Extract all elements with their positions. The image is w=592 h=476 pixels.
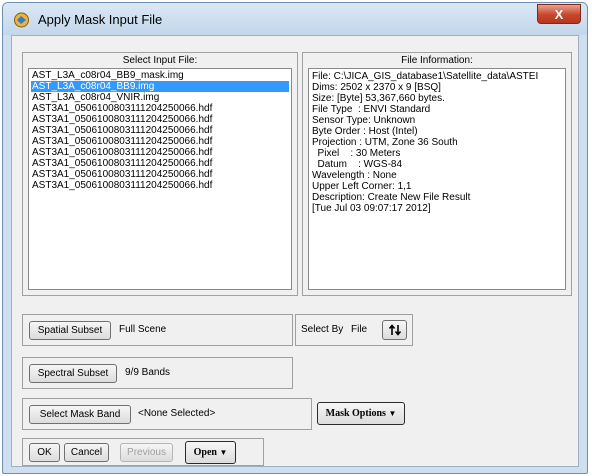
file-list-item[interactable]: AST3A1_0506100803111204250066.hdf	[31, 147, 289, 158]
ok-button[interactable]: OK	[29, 443, 60, 462]
file-list-item[interactable]: AST_L3A_c08r04_BB9_mask.img	[31, 70, 289, 81]
file-list-item[interactable]: AST3A1_0506100803111204250066.hdf	[31, 180, 289, 191]
file-info-line: Dims: 2502 x 2370 x 9 [BSQ]	[312, 82, 441, 93]
input-file-panel: Select Input File: AST_L3A_c08r04_BB9_ma…	[22, 52, 298, 296]
file-info-line: File: C:\JICA_GIS_database1\Satellite_da…	[312, 71, 539, 82]
file-list-item[interactable]: AST3A1_0506100803111204250066.hdf	[31, 125, 289, 136]
mask-band-value: <None Selected>	[138, 408, 216, 419]
file-list-item[interactable]: AST3A1_0506100803111204250066.hdf	[31, 158, 289, 169]
file-info-line: [Tue Jul 03 09:07:17 2012]	[312, 203, 431, 214]
file-info-line: Byte Order : Host (Intel)	[312, 126, 418, 137]
file-info-line: Sensor Type: Unknown	[312, 115, 416, 126]
file-info-line: File Type : ENVI Standard	[312, 104, 431, 115]
mask-band-group: Select Mask Band <None Selected>	[22, 398, 312, 430]
file-list-item[interactable]: AST3A1_0506100803111204250066.hdf	[31, 136, 289, 147]
select-by-group: Select By File	[295, 314, 413, 346]
dialog-window: Apply Mask Input File X Select Input Fil…	[2, 2, 588, 474]
sort-toggle-button[interactable]	[382, 320, 407, 340]
open-label: Open	[193, 447, 217, 458]
file-info-panel: File Information: File: C:\JICA_GIS_data…	[302, 52, 572, 296]
select-mask-band-button[interactable]: Select Mask Band	[29, 405, 131, 424]
input-file-panel-title: Select Input File:	[122, 55, 198, 66]
file-info-text: File: C:\JICA_GIS_database1\Satellite_da…	[308, 68, 566, 290]
file-info-panel-title: File Information:	[401, 55, 473, 66]
envi-app-icon	[14, 12, 29, 28]
file-list-item[interactable]: AST3A1_0506100803111204250066.hdf	[31, 169, 289, 180]
mask-options-label: Mask Options	[325, 408, 386, 419]
title-bar[interactable]: Apply Mask Input File X	[3, 3, 587, 35]
spectral-subset-group: Spectral Subset 9/9 Bands	[22, 357, 293, 389]
chevron-down-icon: ▼	[388, 409, 397, 418]
select-by-value: File	[351, 324, 368, 335]
chevron-down-icon: ▼	[219, 448, 228, 457]
spatial-subset-value: Full Scene	[119, 324, 167, 335]
dialog-body: Select Input File: AST_L3A_c08r04_BB9_ma…	[11, 35, 579, 467]
input-file-list[interactable]: AST_L3A_c08r04_BB9_mask.img AST_L3A_c08r0…	[28, 68, 292, 290]
window-title: Apply Mask Input File	[38, 12, 163, 27]
file-info-line: Upper Left Corner: 1,1	[312, 181, 412, 192]
select-by-label: Select By	[301, 324, 344, 335]
file-info-line: Pixel : 30 Meters	[312, 148, 401, 159]
spectral-subset-button[interactable]: Spectral Subset	[29, 364, 117, 383]
file-list-item[interactable]: AST3A1_0506100803111204250066.hdf	[31, 103, 289, 114]
spatial-subset-group: Spatial Subset Full Scene	[22, 314, 293, 346]
open-button[interactable]: Open ▼	[185, 441, 236, 464]
spectral-subset-value: 9/9 Bands	[125, 367, 171, 378]
action-button-group: OK Cancel Previous Open ▼	[22, 438, 264, 466]
previous-button[interactable]: Previous	[120, 443, 173, 462]
spatial-subset-button[interactable]: Spatial Subset	[29, 321, 111, 340]
file-info-line: Wavelength : None	[312, 170, 397, 181]
file-info-line: Size: [Byte] 53,367,660 bytes.	[312, 93, 445, 104]
file-list-item[interactable]: AST_L3A_c08r04_BB9.img	[31, 81, 289, 92]
file-info-line: Description: Create New File Result	[312, 192, 471, 203]
file-list-item[interactable]: AST3A1_0506100803111204250066.hdf	[31, 114, 289, 125]
file-list-item[interactable]: AST_L3A_c08r04_VNIR.img	[31, 92, 289, 103]
mask-options-button[interactable]: Mask Options ▼	[317, 402, 405, 425]
sort-arrows-icon	[388, 324, 401, 336]
close-button[interactable]: X	[537, 4, 581, 24]
file-info-line: Datum : WGS-84	[312, 159, 403, 170]
file-info-line: Projection : UTM, Zone 36 South	[312, 137, 458, 148]
cancel-button[interactable]: Cancel	[64, 443, 109, 462]
